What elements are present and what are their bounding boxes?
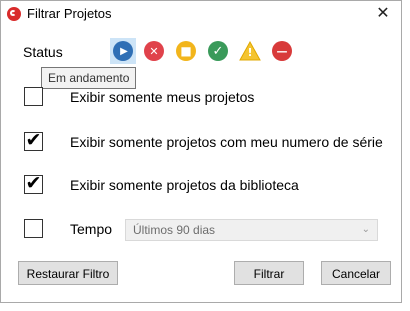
checkmark-icon: ✔	[25, 172, 42, 194]
only-library-checkbox[interactable]: ✔	[24, 172, 43, 194]
only-my-projects-checkbox[interactable]	[24, 87, 43, 106]
close-button[interactable]: ✕	[371, 3, 395, 25]
warning-icon: !	[239, 40, 261, 61]
check-icon: ✓	[208, 41, 228, 61]
status-warning-button[interactable]: !	[237, 38, 263, 64]
only-library-label: Exibir somente projetos da biblioteca	[70, 177, 299, 193]
only-my-serial-label: Exibir somente projetos com meu numero d…	[70, 134, 383, 150]
cancel-button[interactable]: Cancelar	[321, 261, 391, 285]
status-completed-button[interactable]: ✓	[205, 38, 231, 64]
checkmark-icon: ✔	[25, 129, 42, 151]
status-blocked-button[interactable]: —	[269, 38, 295, 64]
tempo-label: Tempo	[70, 221, 113, 237]
play-icon: ▶	[113, 41, 133, 61]
only-my-serial-checkbox[interactable]: ✔	[24, 129, 43, 151]
tempo-checkbox[interactable]	[24, 219, 43, 238]
status-in-progress-button[interactable]: ▶	[110, 38, 136, 64]
app-logo-icon	[7, 7, 21, 21]
status-label: Status	[23, 44, 63, 60]
title-bar: Filtrar Projetos ✕	[1, 1, 401, 28]
status-stopped-button[interactable]: ■	[173, 38, 199, 64]
status-cancelled-button[interactable]: ✕	[141, 38, 167, 64]
window-title: Filtrar Projetos	[27, 6, 112, 21]
time-range-value: Últimos 90 dias	[133, 223, 216, 237]
cancel-x-icon: ✕	[144, 41, 164, 61]
only-my-projects-label: Exibir somente meus projetos	[70, 89, 255, 105]
filter-dialog: Filtrar Projetos ✕ Status ▶ ✕ ■ ✓ ! — Em…	[0, 0, 402, 303]
minus-icon: —	[272, 41, 292, 61]
filter-button[interactable]: Filtrar	[234, 261, 304, 285]
chevron-down-icon: ⌄	[361, 224, 370, 235]
time-range-select[interactable]: Últimos 90 dias ⌄	[125, 219, 378, 241]
restore-filter-button[interactable]: Restaurar Filtro	[18, 261, 118, 285]
status-tooltip: Em andamento	[41, 67, 137, 89]
stop-square-icon: ■	[176, 41, 196, 61]
